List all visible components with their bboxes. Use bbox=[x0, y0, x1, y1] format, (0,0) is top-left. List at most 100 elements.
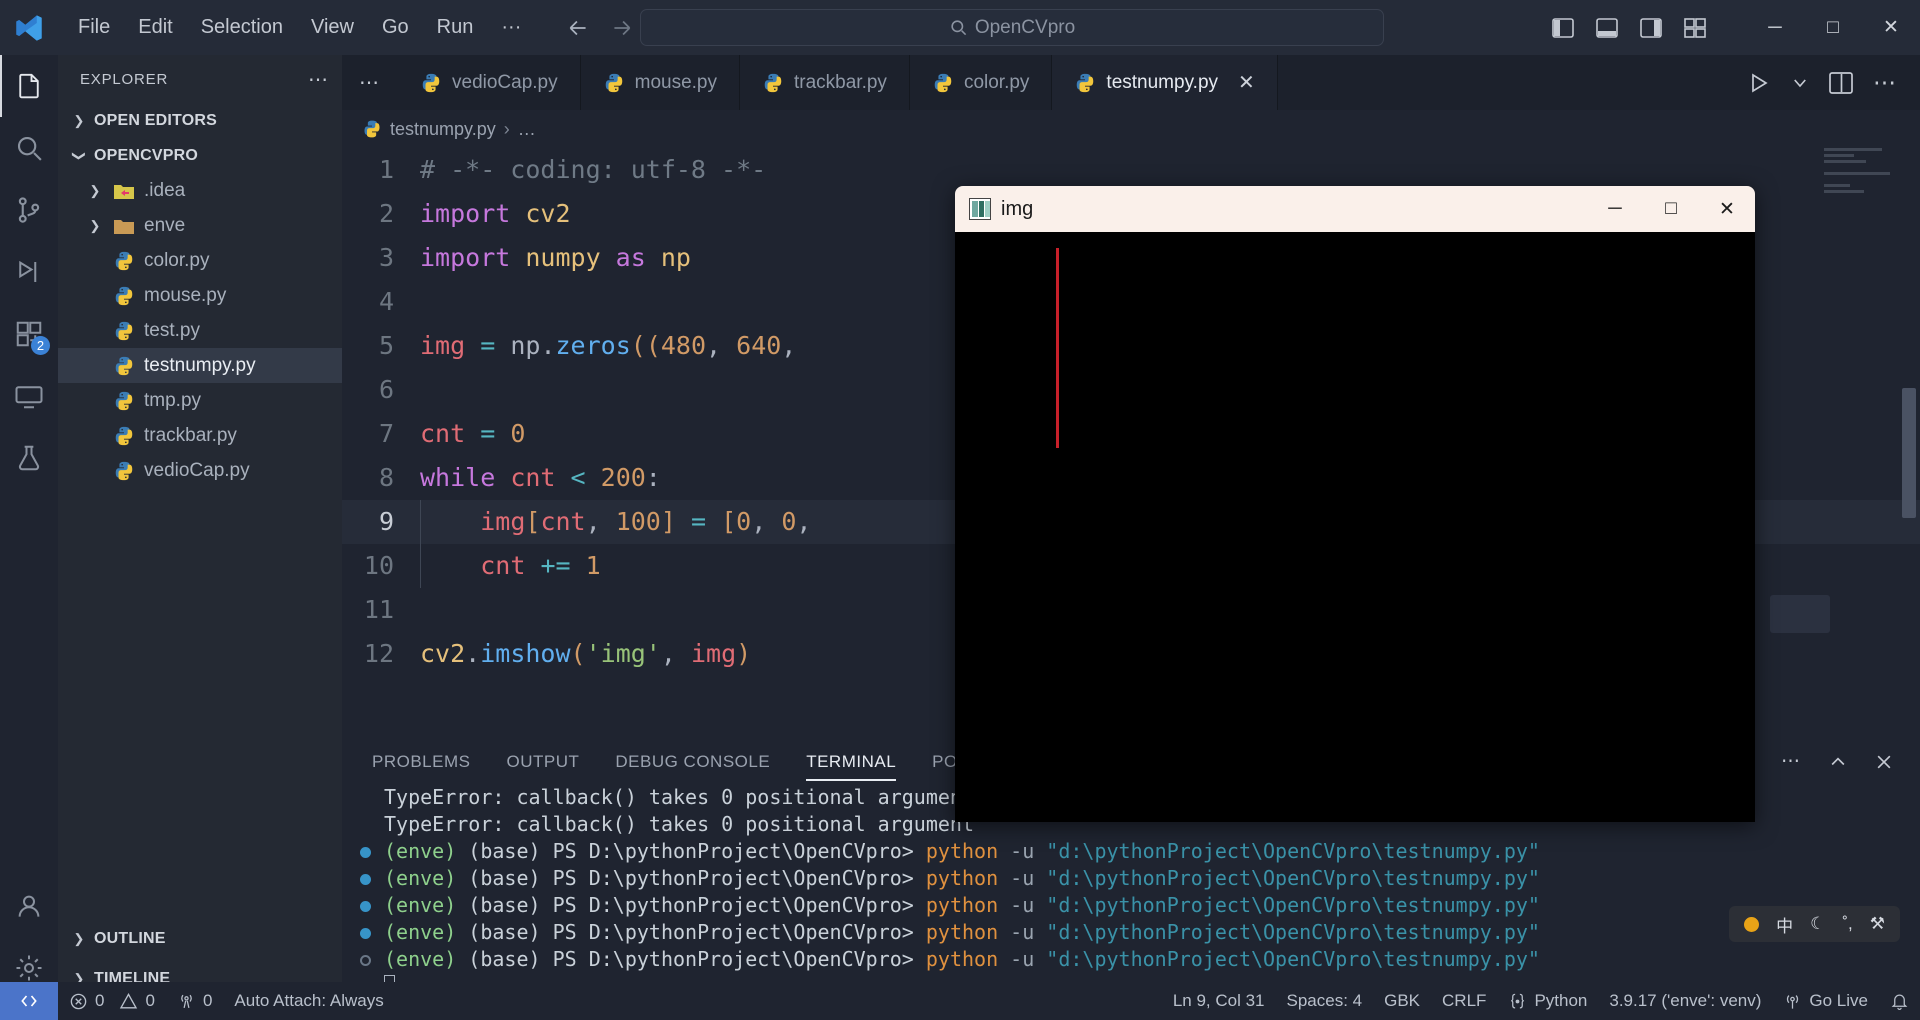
tree-item-vediocap-py[interactable]: vedioCap.py bbox=[58, 453, 342, 488]
tab-debug-console[interactable]: DEBUG CONSOLE bbox=[615, 739, 770, 784]
terminal-text: python bbox=[925, 893, 1011, 917]
window-controls: ─ □ ✕ bbox=[1552, 0, 1920, 55]
tree-item-idea[interactable]: ❯ .idea bbox=[58, 173, 342, 208]
activity-item-run-and-debug[interactable] bbox=[0, 241, 58, 303]
panel-more-icon[interactable]: ⋯ bbox=[1781, 750, 1802, 773]
tab-vediocap-py[interactable]: vedioCap.py bbox=[398, 55, 581, 110]
activity-item-accounts[interactable] bbox=[0, 875, 58, 937]
ellipsis-icon[interactable]: ⋯ bbox=[308, 67, 330, 92]
menu-file[interactable]: File bbox=[64, 11, 124, 44]
tree-item-test-py[interactable]: test.py bbox=[58, 313, 342, 348]
ime-status-dot[interactable] bbox=[1744, 916, 1760, 932]
split-editor-icon[interactable] bbox=[1829, 71, 1853, 94]
toggle-secondary-sidebar-icon[interactable] bbox=[1640, 17, 1662, 38]
account-icon bbox=[18, 895, 40, 917]
toggle-primary-sidebar-icon[interactable] bbox=[1552, 17, 1574, 38]
activity-item-testing[interactable] bbox=[0, 427, 58, 489]
status-auto-attach[interactable]: Auto Attach: Always bbox=[223, 982, 394, 1020]
breadcrumb-file[interactable]: testnumpy.py bbox=[390, 119, 496, 140]
ime-punctuation-icon[interactable]: ˚, bbox=[1842, 914, 1852, 934]
maximize-button[interactable]: □ bbox=[1804, 0, 1862, 55]
tab-testnumpy-py[interactable]: testnumpy.py ✕ bbox=[1052, 55, 1278, 110]
tab-mouse-py[interactable]: mouse.py bbox=[580, 55, 740, 110]
minimize-button[interactable]: ─ bbox=[1746, 0, 1804, 55]
chevron-down-icon[interactable] bbox=[1791, 74, 1809, 92]
tree-item-tmp-py[interactable]: tmp.py bbox=[58, 383, 342, 418]
python-file-icon bbox=[932, 72, 954, 94]
menu-go[interactable]: Go bbox=[368, 11, 423, 44]
title-bar: File Edit Selection View Go Run ··· Open… bbox=[0, 0, 1920, 55]
tree-item-trackbar-py[interactable]: trackbar.py bbox=[58, 418, 342, 453]
status-interpreter[interactable]: 3.9.17 ('enve': venv) bbox=[1598, 982, 1772, 1020]
cv-window-controls: ─ □ ✕ bbox=[1587, 186, 1755, 232]
ime-settings-icon[interactable]: ⚒ bbox=[1870, 914, 1885, 934]
activity-item-explorer[interactable] bbox=[0, 55, 58, 117]
status-indentation[interactable]: Spaces: 4 bbox=[1276, 982, 1374, 1020]
remote-window-button[interactable] bbox=[0, 982, 58, 1020]
terminal-command-decoration bbox=[360, 928, 371, 939]
status-language-mode[interactable]: Python bbox=[1497, 982, 1598, 1020]
activity-item-source-control[interactable] bbox=[0, 179, 58, 241]
status-ports[interactable]: 0 bbox=[166, 982, 223, 1020]
arrow-left-icon[interactable] bbox=[565, 15, 591, 41]
sidebar-section-opencvpro[interactable]: ❯ OPENCVPRO bbox=[58, 138, 342, 173]
tree-item-enve[interactable]: ❯ enve bbox=[58, 208, 342, 243]
tab-trackbar-py[interactable]: trackbar.py bbox=[740, 55, 910, 110]
close-button[interactable]: ✕ bbox=[1862, 0, 1920, 55]
more-actions-icon[interactable]: ⋯ bbox=[1873, 69, 1898, 96]
menu-view[interactable]: View bbox=[297, 11, 368, 44]
tree-item-mouse-py[interactable]: mouse.py bbox=[58, 278, 342, 313]
activity-item-search[interactable] bbox=[0, 117, 58, 179]
search-input[interactable]: OpenCVpro bbox=[640, 9, 1384, 46]
python-brackets-icon bbox=[1508, 992, 1527, 1011]
sidebar-section-outline[interactable]: ❯ OUTLINE bbox=[58, 919, 342, 959]
breadcrumb-symbol[interactable]: … bbox=[518, 119, 536, 140]
play-icon[interactable] bbox=[1747, 71, 1771, 95]
cv-close-button[interactable]: ✕ bbox=[1699, 186, 1755, 232]
line-number: 2 bbox=[378, 199, 394, 228]
cv-maximize-button[interactable]: □ bbox=[1643, 186, 1699, 232]
opencv-image-window[interactable]: img ─ □ ✕ bbox=[955, 186, 1755, 822]
customize-layout-icon[interactable] bbox=[1684, 17, 1706, 38]
tabs-overflow-icon[interactable]: ⋯ bbox=[342, 55, 398, 110]
ime-chinese-mode[interactable]: 中 bbox=[1776, 912, 1793, 937]
tab-color-py[interactable]: color.py bbox=[909, 55, 1053, 110]
minimap[interactable] bbox=[1824, 148, 1902, 228]
tab-close-icon[interactable]: ✕ bbox=[1238, 70, 1255, 95]
toggle-panel-icon[interactable] bbox=[1596, 17, 1618, 38]
status-errors-warnings[interactable]: 0 0 bbox=[58, 982, 166, 1020]
menu-run[interactable]: Run bbox=[423, 11, 488, 44]
tab-output[interactable]: OUTPUT bbox=[506, 739, 579, 784]
tree-item-testnumpy-py[interactable]: testnumpy.py bbox=[58, 348, 342, 383]
code-token: numpy bbox=[525, 243, 616, 272]
cv-image-canvas[interactable] bbox=[955, 232, 1755, 822]
menu-edit[interactable]: Edit bbox=[124, 11, 186, 44]
arrow-right-icon[interactable] bbox=[609, 15, 635, 41]
terminal-text: -u bbox=[1010, 947, 1047, 971]
layout-toggle-group bbox=[1552, 17, 1706, 38]
code-token: while bbox=[420, 463, 511, 492]
status-go-live[interactable]: Go Live bbox=[1772, 982, 1879, 1020]
activity-item-extensions[interactable]: 2 bbox=[0, 303, 58, 365]
cv-minimize-button[interactable]: ─ bbox=[1587, 186, 1643, 232]
close-panel-icon[interactable] bbox=[1874, 752, 1894, 772]
status-encoding[interactable]: GBK bbox=[1373, 982, 1431, 1020]
ime-moon-icon[interactable]: ☾ bbox=[1810, 914, 1825, 934]
source-control-icon bbox=[18, 197, 40, 223]
tree-item-color-py[interactable]: color.py bbox=[58, 243, 342, 278]
tab-terminal[interactable]: TERMINAL bbox=[806, 739, 897, 784]
editor-scrollbar-thumb[interactable] bbox=[1902, 388, 1916, 518]
chevron-up-icon[interactable] bbox=[1828, 752, 1848, 772]
status-notifications[interactable] bbox=[1879, 982, 1920, 1020]
minimap-line bbox=[1824, 172, 1890, 175]
sidebar-section-open-editors[interactable]: ❯ OPEN EDITORS bbox=[58, 103, 342, 138]
menu-selection[interactable]: Selection bbox=[187, 11, 297, 44]
tab-problems[interactable]: PROBLEMS bbox=[372, 739, 470, 784]
cv-red-line bbox=[1056, 248, 1059, 448]
status-eol[interactable]: CRLF bbox=[1431, 982, 1497, 1020]
activity-item-remote-explorer[interactable] bbox=[0, 365, 58, 427]
section-label: OPENCVPRO bbox=[94, 146, 199, 164]
tree-item-label: trackbar.py bbox=[144, 424, 237, 446]
menu-more[interactable]: ··· bbox=[487, 11, 535, 44]
status-editor-position[interactable]: Ln 9, Col 31 bbox=[1162, 982, 1276, 1020]
